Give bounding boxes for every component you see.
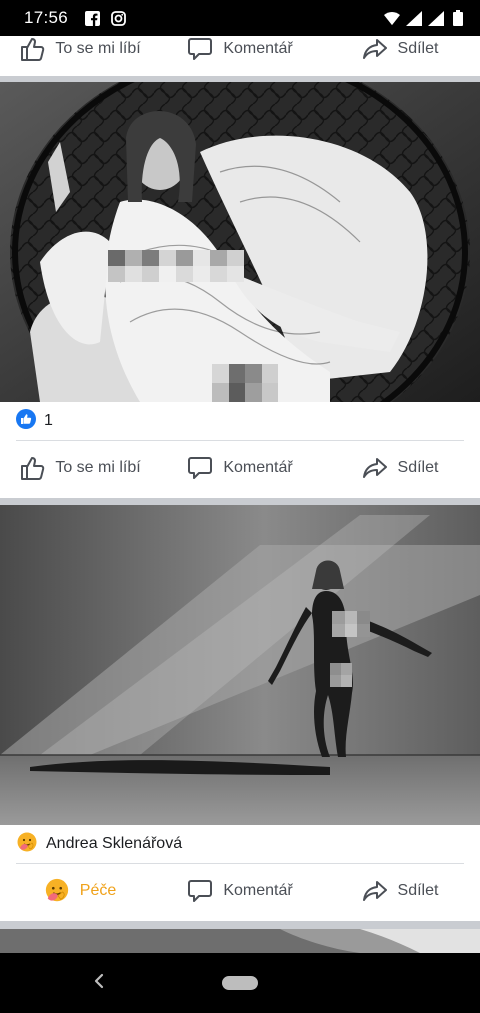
system-nav-bar	[0, 953, 480, 1013]
share-button[interactable]: Sdílet	[320, 878, 480, 904]
instagram-icon	[110, 10, 126, 26]
photo-woman-against-wall	[0, 505, 480, 825]
censor-mosaic-2	[212, 364, 278, 402]
comment-label: Komentář	[223, 882, 293, 899]
photo-next-partial	[0, 929, 480, 953]
care-label: Péče	[79, 882, 117, 899]
news-feed[interactable]: To se mi líbí Komentář Sdílet 1 To se mi…	[0, 36, 480, 953]
home-pill[interactable]	[222, 976, 258, 990]
comment-icon	[187, 36, 213, 62]
post-card-next	[0, 929, 480, 953]
like-button[interactable]: To se mi líbí	[0, 455, 160, 481]
post-photo-1[interactable]	[0, 82, 480, 402]
facebook-icon	[84, 10, 100, 26]
like-reaction-icon	[16, 408, 36, 434]
comment-icon	[187, 878, 213, 904]
signal-icon-2	[428, 10, 444, 26]
wifi-icon	[384, 10, 400, 26]
reaction-count: 1	[44, 412, 53, 429]
share-label: Sdílet	[397, 459, 439, 476]
post-card-previous: To se mi líbí Komentář Sdílet	[0, 36, 480, 76]
thumbs-up-icon	[19, 36, 45, 62]
share-button[interactable]: Sdílet	[320, 36, 480, 62]
photo-woman-in-hanging-chair	[0, 82, 480, 402]
share-icon	[362, 878, 388, 904]
thumbs-up-icon	[19, 455, 45, 481]
signal-icon	[406, 10, 422, 26]
action-row: To se mi líbí Komentář Sdílet	[0, 36, 480, 76]
status-bar: 17:56	[0, 0, 480, 36]
reaction-summary[interactable]: Andrea Sklenářová	[0, 825, 480, 863]
post-photo-2[interactable]	[0, 505, 480, 825]
share-icon	[362, 36, 388, 62]
share-label: Sdílet	[397, 40, 439, 57]
status-time: 17:56	[24, 8, 69, 27]
care-emoji-icon	[44, 878, 70, 904]
post-card-2: Andrea Sklenářová Péče Komentář Sdílet	[0, 505, 480, 921]
share-icon	[362, 455, 388, 481]
reactor-name: Andrea Sklenářová	[46, 835, 183, 852]
action-row: To se mi líbí Komentář Sdílet	[0, 441, 480, 495]
care-button[interactable]: Péče	[0, 878, 160, 904]
comment-button[interactable]: Komentář	[160, 455, 320, 481]
censor-mosaic-1	[108, 250, 244, 282]
post-card-1: 1 To se mi líbí Komentář Sdílet	[0, 82, 480, 498]
share-button[interactable]: Sdílet	[320, 455, 480, 481]
back-icon[interactable]	[92, 971, 106, 991]
like-button[interactable]: To se mi líbí	[0, 36, 160, 62]
censor-mosaic-4	[330, 663, 352, 687]
like-label: To se mi líbí	[55, 459, 141, 476]
comment-icon	[187, 455, 213, 481]
comment-button[interactable]: Komentář	[160, 36, 320, 62]
reaction-summary[interactable]: 1	[0, 402, 480, 440]
comment-label: Komentář	[223, 459, 293, 476]
comment-button[interactable]: Komentář	[160, 878, 320, 904]
comment-label: Komentář	[223, 40, 293, 57]
battery-icon	[450, 10, 466, 26]
care-reaction-icon	[16, 831, 38, 858]
like-label: To se mi líbí	[55, 40, 141, 57]
share-label: Sdílet	[397, 882, 439, 899]
censor-mosaic-3	[332, 611, 370, 637]
action-row: Péče Komentář Sdílet	[0, 864, 480, 918]
